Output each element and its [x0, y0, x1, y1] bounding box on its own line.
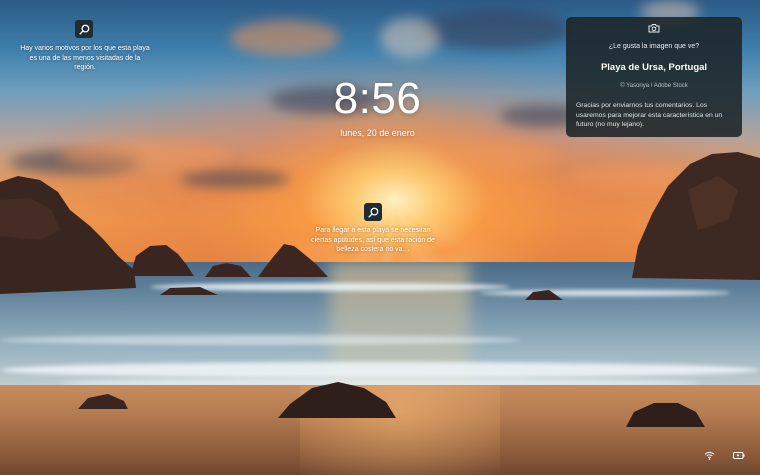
spotlight-card[interactable]: ¿Le gusta la imagen que ve? Playa de Urs…: [566, 17, 742, 137]
cloud: [60, 140, 230, 170]
wave-foam: [480, 290, 730, 296]
network-status[interactable]: [703, 449, 715, 461]
cloud: [440, 140, 560, 170]
rock: [205, 263, 251, 277]
feedback-question: ¿Le gusta la imagen que ve?: [608, 43, 700, 50]
camera-icon[interactable]: [648, 23, 660, 33]
rock: [78, 394, 128, 409]
rock: [130, 245, 194, 276]
battery-status[interactable]: [733, 449, 745, 461]
wave-foam: [0, 362, 760, 378]
wifi-icon: [704, 451, 714, 460]
search-icon: [367, 207, 378, 218]
tip-center-button[interactable]: [364, 203, 382, 221]
tip-left-text: Hay varios motivos por los que esta play…: [20, 45, 150, 71]
cloud: [180, 170, 290, 188]
rock-right: [632, 152, 760, 280]
cloud: [230, 20, 340, 56]
tip-center-text: Para llegar a esta playa se necesitan ci…: [311, 227, 435, 253]
cloud: [380, 18, 440, 58]
location-title[interactable]: Playa de Ursa, Portugal: [566, 62, 742, 73]
rock: [160, 287, 218, 295]
clock-time: 8:56: [333, 74, 422, 123]
rock: [626, 403, 705, 427]
battery-icon: [733, 451, 745, 459]
clock-date: lunes, 20 de enero: [340, 128, 415, 138]
rock: [278, 382, 396, 418]
tip-left-button[interactable]: [75, 20, 93, 38]
search-icon: [78, 24, 89, 35]
image-credit: © Yasonya / Adobe Stock: [620, 83, 688, 89]
rock: [525, 290, 563, 300]
rock-left: [0, 176, 136, 294]
feedback-message: Gracias por enviarnos tus comentarios. L…: [576, 102, 723, 128]
wave-foam: [0, 335, 520, 345]
cloud: [420, 10, 570, 50]
